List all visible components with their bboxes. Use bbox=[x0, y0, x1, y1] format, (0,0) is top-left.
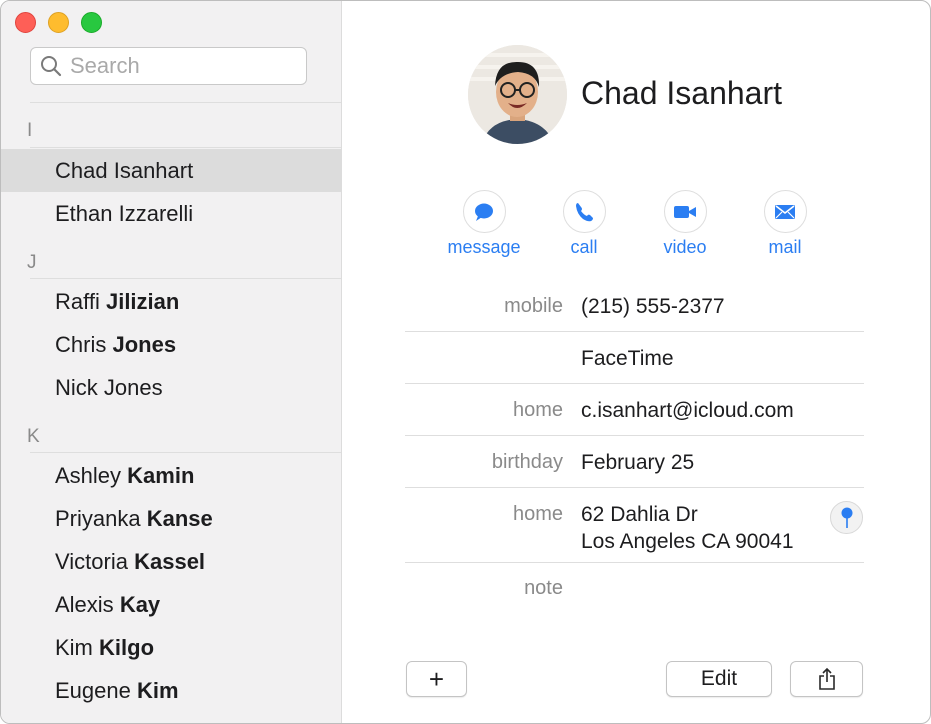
contact-last-name: Kassel bbox=[134, 548, 206, 574]
contact-last-name: Jones bbox=[103, 374, 163, 400]
contact-first-name: Ethan bbox=[55, 200, 113, 226]
share-icon bbox=[818, 667, 835, 690]
email-label: home bbox=[512, 399, 563, 421]
contacts-sidebar: I Chad Isanhart Ethan Izzarelli J Raffi … bbox=[1, 1, 342, 723]
call-action[interactable]: call bbox=[539, 190, 629, 258]
divider bbox=[30, 452, 341, 453]
contact-first-name: Alexis bbox=[55, 591, 114, 617]
contact-row-chris-jones[interactable]: Chris Jones bbox=[1, 323, 341, 366]
contact-last-name: Kay bbox=[119, 591, 161, 617]
contact-row-alexis-kay[interactable]: Alexis Kay bbox=[1, 583, 341, 626]
contact-name-heading: Chad Isanhart bbox=[581, 75, 783, 111]
share-button[interactable] bbox=[790, 661, 863, 697]
mail-label: mail bbox=[768, 237, 802, 257]
divider bbox=[30, 102, 341, 103]
message-button[interactable] bbox=[462, 190, 506, 233]
contact-last-name: Jilizian bbox=[105, 288, 180, 314]
divider bbox=[30, 278, 341, 279]
video-label: video bbox=[663, 237, 707, 257]
note-label: note bbox=[524, 577, 563, 599]
mail-action[interactable]: mail bbox=[740, 190, 830, 258]
contact-row-ashley-kamin[interactable]: Ashley Kamin bbox=[1, 454, 341, 497]
close-window-button[interactable] bbox=[15, 12, 36, 33]
zoom-window-button[interactable] bbox=[81, 12, 102, 33]
birthday-value: February 25 bbox=[581, 451, 695, 474]
email-value[interactable]: c.isanhart@icloud.com bbox=[581, 397, 794, 424]
call-label: call bbox=[570, 237, 598, 257]
contact-first-name: Chad bbox=[55, 157, 108, 183]
divider bbox=[405, 331, 864, 332]
section-header-j: J bbox=[27, 252, 37, 273]
mail-button[interactable] bbox=[763, 190, 807, 233]
contact-first-name: Eugene bbox=[55, 677, 131, 703]
contact-first-name: Priyanka bbox=[55, 505, 141, 531]
section-header-i: I bbox=[27, 120, 33, 141]
message-bubble-icon bbox=[475, 203, 493, 221]
address-label: home bbox=[512, 503, 563, 525]
contact-last-name: Isanhart bbox=[113, 157, 194, 183]
contact-first-name: Raffi bbox=[55, 288, 100, 314]
add-button[interactable]: + bbox=[406, 661, 467, 697]
contact-first-name: Chris bbox=[55, 331, 107, 357]
edit-button[interactable]: Edit bbox=[666, 661, 772, 697]
map-pin-icon bbox=[841, 507, 852, 528]
contact-last-name: Kamin bbox=[127, 462, 195, 488]
contact-last-name: Kilgo bbox=[99, 634, 155, 660]
plus-icon: + bbox=[428, 663, 445, 694]
section-header-k: K bbox=[27, 426, 40, 447]
show-map-button[interactable] bbox=[830, 501, 863, 534]
facetime-value[interactable]: FaceTime bbox=[581, 345, 674, 372]
contact-first-name: Kim bbox=[55, 634, 93, 660]
contact-row-chad-isanhart[interactable]: Chad Isanhart bbox=[1, 149, 341, 192]
contact-row-ethan-izzarelli[interactable]: Ethan Izzarelli bbox=[1, 192, 341, 235]
video-camera-icon bbox=[674, 205, 696, 218]
contact-row-victoria-kassel[interactable]: Victoria Kassel bbox=[1, 540, 341, 583]
divider bbox=[30, 147, 341, 148]
divider bbox=[405, 383, 864, 384]
phone-icon bbox=[576, 202, 593, 221]
contact-row-eugene-kim[interactable]: Eugene Kim bbox=[1, 669, 341, 712]
divider bbox=[405, 435, 864, 436]
search-icon bbox=[41, 56, 62, 77]
address-line-2: Los Angeles CA 90041 bbox=[581, 530, 794, 553]
contact-row-nick-jones[interactable]: Nick Jones bbox=[1, 366, 341, 409]
contact-row-priyanka-kanse[interactable]: Priyanka Kanse bbox=[1, 497, 341, 540]
message-action[interactable]: message bbox=[439, 190, 529, 258]
divider bbox=[405, 487, 864, 488]
envelope-icon bbox=[775, 204, 795, 219]
address-line-1: 62 Dahlia Dr bbox=[581, 503, 698, 526]
minimize-window-button[interactable] bbox=[48, 12, 69, 33]
contacts-window: I Chad Isanhart Ethan Izzarelli J Raffi … bbox=[0, 0, 931, 724]
video-button[interactable] bbox=[663, 190, 707, 233]
contact-last-name: Jones bbox=[112, 331, 177, 357]
mobile-label: mobile bbox=[504, 295, 563, 317]
contact-last-name: Izzarelli bbox=[118, 200, 194, 226]
note-field[interactable] bbox=[581, 575, 864, 635]
contact-row-kim-kilgo[interactable]: Kim Kilgo bbox=[1, 626, 341, 669]
birthday-label: birthday bbox=[491, 451, 563, 473]
address-value[interactable]: 62 Dahlia Dr Los Angeles CA 90041 bbox=[581, 501, 794, 555]
search-field[interactable] bbox=[30, 47, 307, 85]
contact-row-raffi-jilizian[interactable]: Raffi Jilizian bbox=[1, 280, 341, 323]
avatar[interactable] bbox=[468, 45, 567, 144]
contact-first-name: Nick bbox=[55, 374, 98, 400]
search-input[interactable] bbox=[70, 53, 300, 79]
mobile-value[interactable]: (215) 555-2377 bbox=[581, 293, 725, 320]
contact-first-name: Victoria bbox=[55, 548, 128, 574]
window-controls bbox=[15, 12, 102, 33]
contact-photo bbox=[468, 45, 567, 144]
message-label: message bbox=[447, 237, 521, 257]
contact-last-name: Kim bbox=[136, 677, 179, 703]
video-action[interactable]: video bbox=[640, 190, 730, 258]
divider bbox=[405, 562, 864, 563]
call-button[interactable] bbox=[562, 190, 606, 233]
contact-first-name: Ashley bbox=[55, 462, 122, 488]
contact-last-name: Kanse bbox=[146, 505, 213, 531]
